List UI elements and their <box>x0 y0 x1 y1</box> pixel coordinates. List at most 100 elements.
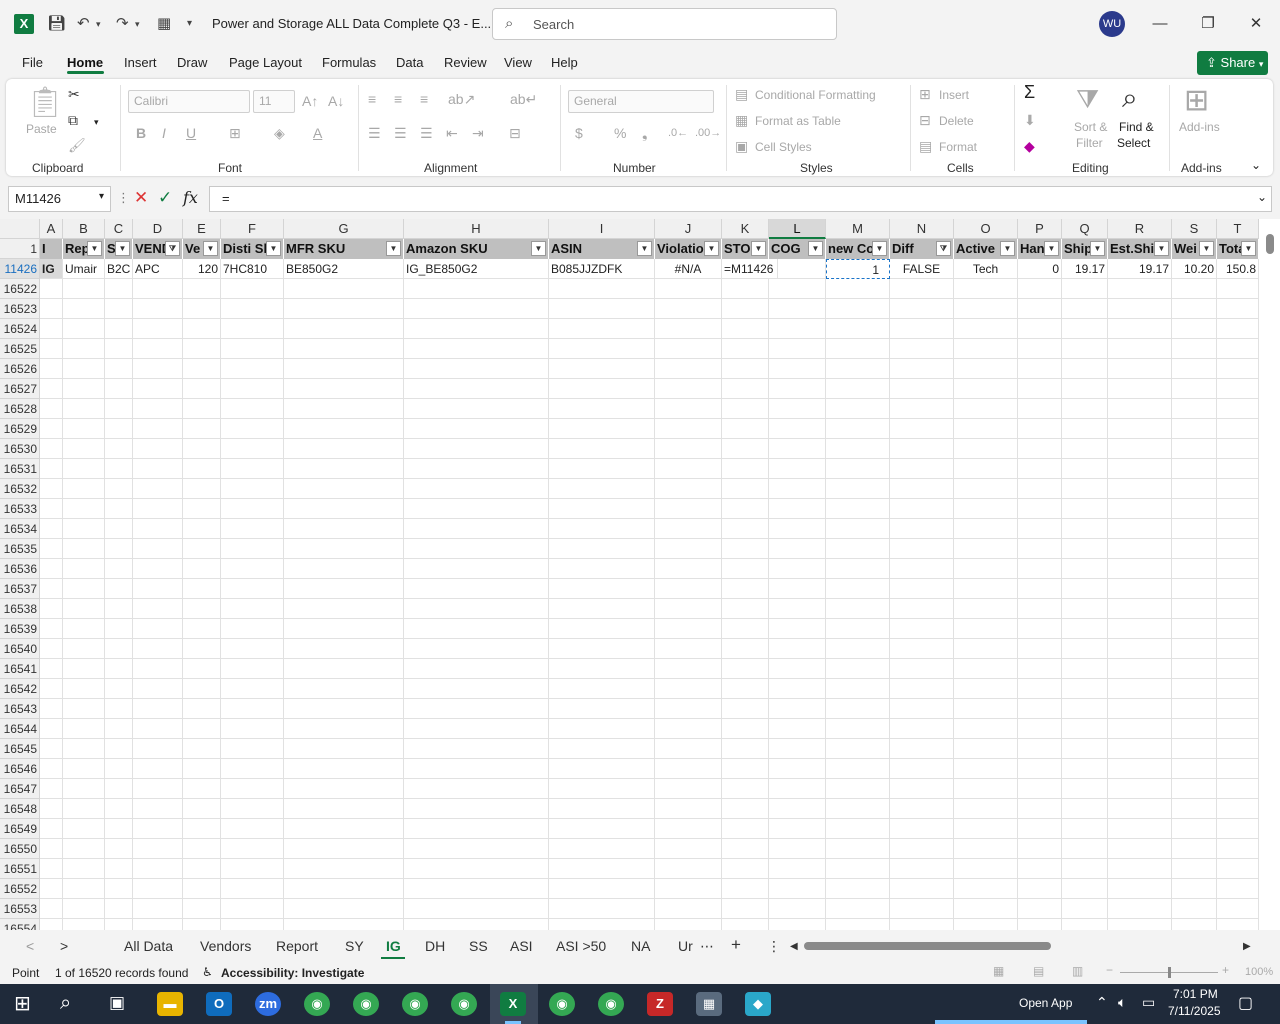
empty-cell[interactable] <box>284 899 404 919</box>
empty-cell[interactable] <box>133 799 183 819</box>
table-cell[interactable]: Umair <box>63 259 105 279</box>
empty-cell[interactable] <box>1217 739 1259 759</box>
empty-cell[interactable] <box>954 599 1018 619</box>
empty-cell[interactable] <box>655 899 722 919</box>
empty-cell[interactable] <box>221 579 284 599</box>
more-sheets-icon[interactable]: ⋯ <box>700 938 714 955</box>
empty-cell[interactable] <box>549 419 655 439</box>
empty-cell[interactable] <box>284 499 404 519</box>
collapse-ribbon-icon[interactable]: ⌄ <box>1251 157 1261 173</box>
empty-cell[interactable] <box>769 599 826 619</box>
empty-cell[interactable] <box>826 559 890 579</box>
empty-cell[interactable] <box>1062 599 1108 619</box>
empty-cell[interactable] <box>655 839 722 859</box>
empty-cell[interactable] <box>549 759 655 779</box>
filter-dropdown-icon[interactable]: ▼ <box>808 241 823 256</box>
empty-cell[interactable] <box>404 819 549 839</box>
empty-cell[interactable] <box>826 399 890 419</box>
close-icon[interactable]: ✕ <box>1241 10 1271 38</box>
empty-cell[interactable] <box>40 879 63 899</box>
column-header-c[interactable]: C <box>105 219 133 239</box>
empty-cell[interactable] <box>549 539 655 559</box>
empty-cell[interactable] <box>1172 519 1217 539</box>
empty-cell[interactable] <box>655 559 722 579</box>
empty-cell[interactable] <box>1018 819 1062 839</box>
empty-cell[interactable] <box>221 279 284 299</box>
empty-cell[interactable] <box>890 619 954 639</box>
empty-cell[interactable] <box>40 639 63 659</box>
empty-cell[interactable] <box>1217 639 1259 659</box>
empty-cell[interactable] <box>769 319 826 339</box>
empty-cell[interactable] <box>722 459 769 479</box>
empty-cell[interactable] <box>890 579 954 599</box>
empty-cell[interactable] <box>722 499 769 519</box>
empty-cell[interactable] <box>221 859 284 879</box>
empty-cell[interactable] <box>655 539 722 559</box>
empty-cell[interactable] <box>655 719 722 739</box>
add-ins-button[interactable]: Add-ins <box>1179 120 1220 134</box>
empty-cell[interactable] <box>722 559 769 579</box>
empty-cell[interactable] <box>954 879 1018 899</box>
empty-cell[interactable] <box>404 879 549 899</box>
row-header[interactable]: 16552 <box>0 879 40 899</box>
empty-cell[interactable] <box>105 399 133 419</box>
empty-cell[interactable] <box>890 719 954 739</box>
empty-cell[interactable] <box>105 719 133 739</box>
empty-cell[interactable] <box>954 319 1018 339</box>
empty-cell[interactable] <box>722 899 769 919</box>
empty-cell[interactable] <box>769 639 826 659</box>
empty-cell[interactable] <box>549 819 655 839</box>
empty-cell[interactable] <box>105 679 133 699</box>
tray-chevron-icon[interactable]: ⌃ <box>1096 994 1108 1011</box>
empty-cell[interactable] <box>655 619 722 639</box>
empty-cell[interactable] <box>826 299 890 319</box>
empty-cell[interactable] <box>890 499 954 519</box>
empty-cell[interactable] <box>1018 279 1062 299</box>
vertical-scrollbar-thumb[interactable] <box>1266 234 1274 254</box>
empty-cell[interactable] <box>1018 879 1062 899</box>
table-cell[interactable]: 1 <box>826 259 890 279</box>
empty-cell[interactable] <box>1217 679 1259 699</box>
empty-cell[interactable] <box>769 359 826 379</box>
clock-time[interactable]: 7:01 PM <box>1173 987 1218 1001</box>
empty-cell[interactable] <box>284 679 404 699</box>
empty-cell[interactable] <box>1108 799 1172 819</box>
empty-cell[interactable] <box>1062 559 1108 579</box>
empty-cell[interactable] <box>284 419 404 439</box>
empty-cell[interactable] <box>404 359 549 379</box>
app-icon[interactable]: ◆ <box>745 992 771 1016</box>
empty-cell[interactable] <box>1018 459 1062 479</box>
empty-cell[interactable] <box>655 919 722 930</box>
empty-cell[interactable] <box>655 319 722 339</box>
empty-cell[interactable] <box>890 739 954 759</box>
empty-cell[interactable] <box>1062 859 1108 879</box>
empty-cell[interactable] <box>183 719 221 739</box>
table-header-cell[interactable]: Amazon SKU ▼ <box>404 239 549 259</box>
empty-cell[interactable] <box>40 859 63 879</box>
tab-home[interactable]: Home <box>67 55 103 70</box>
empty-cell[interactable] <box>1018 599 1062 619</box>
empty-cell[interactable] <box>284 719 404 739</box>
column-header-f[interactable]: F <box>221 219 284 239</box>
empty-cell[interactable] <box>1062 839 1108 859</box>
italic-icon[interactable]: I <box>162 125 166 141</box>
empty-cell[interactable] <box>183 779 221 799</box>
table-header-cell[interactable]: Han ▼ <box>1018 239 1062 259</box>
empty-cell[interactable] <box>1018 299 1062 319</box>
empty-cell[interactable] <box>221 319 284 339</box>
empty-cell[interactable] <box>404 499 549 519</box>
next-sheet-icon[interactable]: > <box>60 938 68 954</box>
empty-cell[interactable] <box>133 719 183 739</box>
empty-cell[interactable] <box>655 479 722 499</box>
table-header-cell[interactable]: ASIN ▼ <box>549 239 655 259</box>
empty-cell[interactable] <box>769 779 826 799</box>
empty-cell[interactable] <box>890 919 954 930</box>
autosum-icon[interactable]: Σ <box>1024 83 1035 101</box>
empty-cell[interactable] <box>133 359 183 379</box>
row-header[interactable]: 16531 <box>0 459 40 479</box>
empty-cell[interactable] <box>40 399 63 419</box>
empty-cell[interactable] <box>722 819 769 839</box>
empty-cell[interactable] <box>63 659 105 679</box>
empty-cell[interactable] <box>826 439 890 459</box>
row-header[interactable]: 16522 <box>0 279 40 299</box>
